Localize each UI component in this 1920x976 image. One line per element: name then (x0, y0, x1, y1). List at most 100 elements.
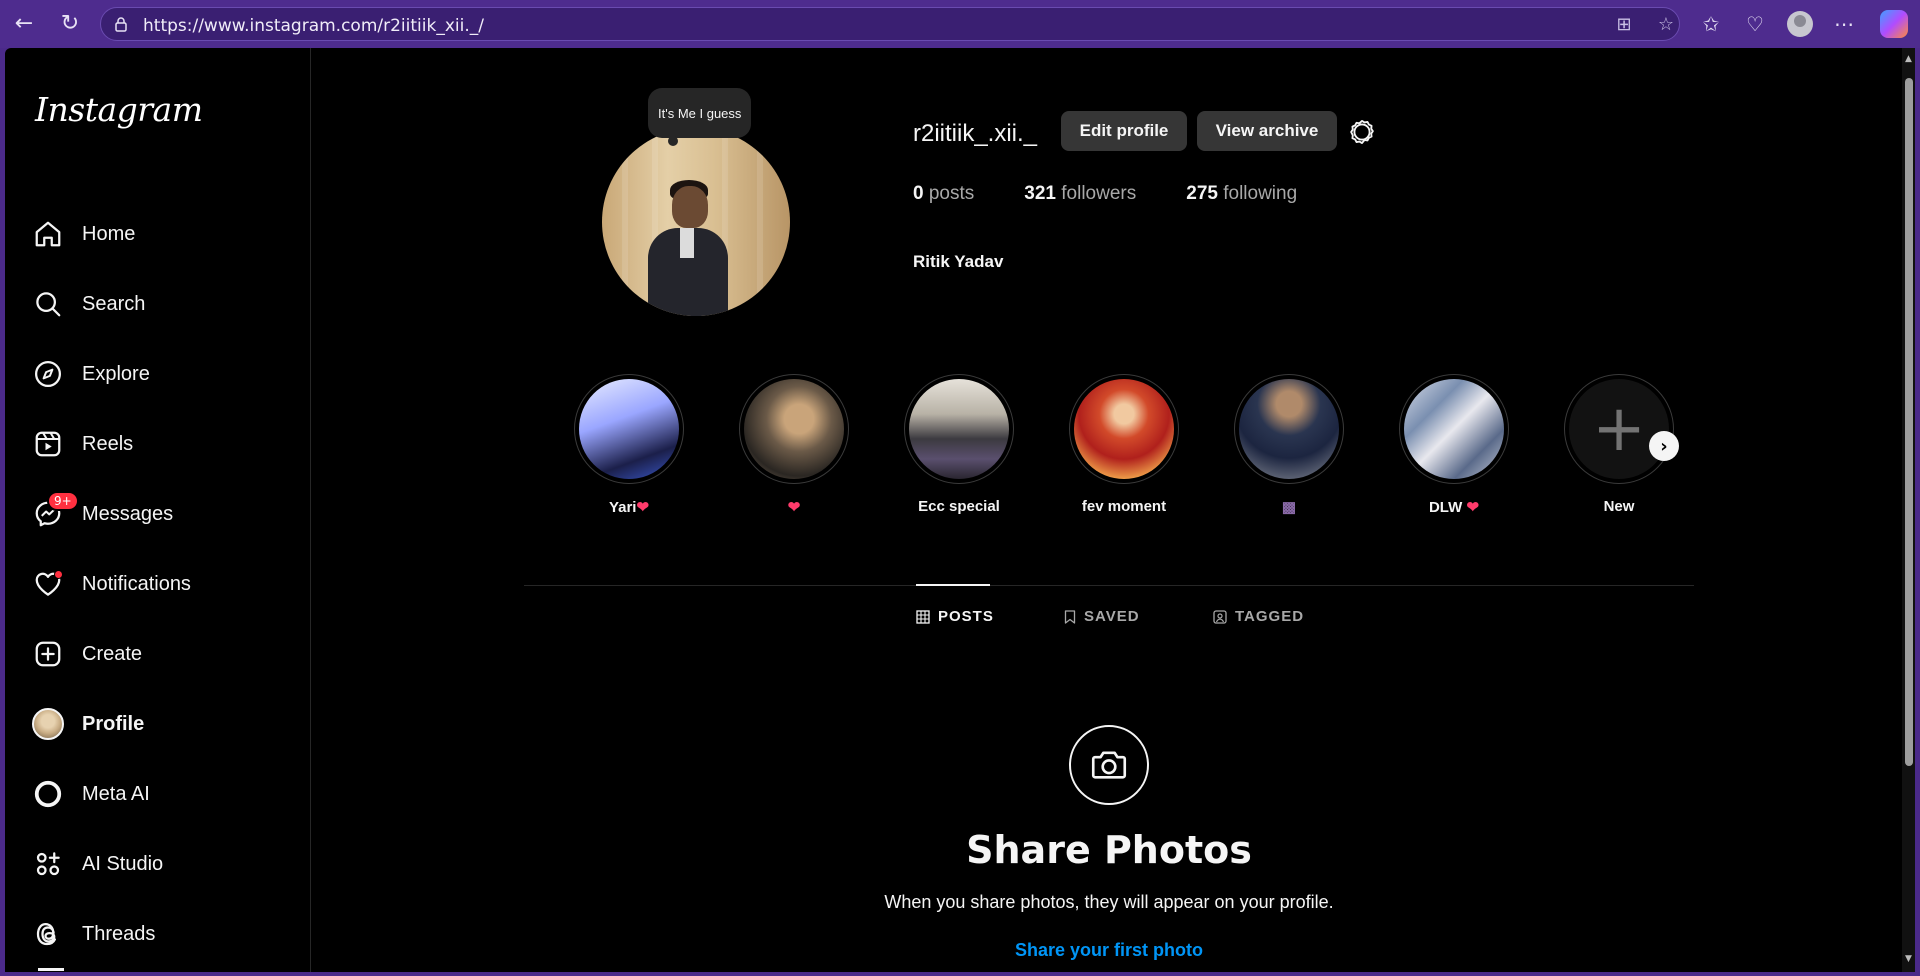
story-highlight[interactable]: Ecc special (904, 374, 1014, 515)
heart-emoji-icon: ❤ (1466, 499, 1480, 516)
followers-stat[interactable]: 321 followers (1024, 183, 1136, 205)
highlight-cover (744, 379, 844, 479)
followers-count: 321 (1024, 183, 1056, 204)
sidebar-item-label: Threads (82, 922, 156, 945)
plus-icon: + (1592, 392, 1646, 466)
tab-saved[interactable]: SAVED (1064, 608, 1140, 625)
tabs-divider (524, 585, 1694, 586)
camera-icon[interactable] (1069, 725, 1149, 805)
empty-state-title: Share Photos (966, 828, 1252, 872)
tab-posts[interactable]: POSTS (916, 608, 994, 625)
profile-stats: 0 posts 321 followers 275 following (913, 183, 1347, 205)
browser-toolbar: ← ↻ https://www.instagram.com/r2iitiik_x… (0, 0, 1920, 48)
back-arrow-icon[interactable]: ← (10, 10, 38, 38)
settings-gear-icon[interactable] (1348, 118, 1376, 146)
view-archive-button[interactable]: View archive (1197, 111, 1337, 151)
following-label: following (1223, 183, 1298, 204)
favorite-star-icon[interactable]: ☆ (1655, 14, 1677, 36)
notification-dot (54, 570, 63, 579)
sidebar-item-label: AI Studio (82, 852, 164, 875)
highlight-label: Yari (608, 499, 637, 516)
posts-label: posts (928, 183, 975, 204)
avatar (31, 707, 65, 741)
sidebar-item-meta-ai[interactable]: Meta AI (31, 770, 301, 818)
sidebar-item-threads[interactable]: Threads (31, 910, 301, 958)
sidebar-item-home[interactable]: Home (31, 210, 301, 258)
chevron-right-icon[interactable]: › (1649, 431, 1679, 461)
following-stat[interactable]: 275 following (1186, 183, 1297, 205)
posts-stat: 0 posts (913, 183, 974, 205)
heart-emoji-icon: ❤ (636, 499, 650, 516)
profile-note-text: It's Me I guess (658, 105, 742, 121)
sidebar-item-create[interactable]: Create (31, 630, 301, 678)
sidebar-item-label: Search (82, 292, 146, 315)
heart-icon (31, 567, 65, 601)
sidebar-item-label: Meta AI (82, 782, 150, 805)
sidebar-item-explore[interactable]: Explore (31, 350, 301, 398)
messenger-icon: 9+ (31, 491, 79, 531)
tab-label: POSTS (938, 608, 994, 625)
more-menu-icon[interactable] (38, 968, 64, 971)
story-highlight[interactable]: ❤ (739, 374, 849, 516)
copilot-icon[interactable] (1880, 10, 1908, 38)
highlight-label: Ecc special (918, 498, 1000, 515)
profile-avatar[interactable] (602, 128, 790, 316)
profile-avatar-small (32, 708, 64, 740)
edit-profile-button[interactable]: Edit profile (1061, 111, 1187, 151)
sidebar-item-ai-studio[interactable]: AI Studio (31, 840, 301, 888)
sidebar-item-label: Notifications (82, 572, 191, 595)
story-highlight[interactable]: Yari❤ (574, 374, 684, 516)
tag-user-icon (1213, 609, 1227, 624)
highlight-label: ▩ (1281, 499, 1297, 516)
following-count: 275 (1186, 183, 1218, 204)
browser-profile-icon[interactable] (1787, 11, 1813, 37)
scroll-up-icon[interactable]: ▲ (1903, 54, 1914, 66)
followers-label: followers (1061, 183, 1137, 204)
more-options-icon[interactable]: ⋯ (1830, 10, 1858, 38)
scroll-thumb[interactable] (1905, 78, 1913, 766)
highlight-label: New (1603, 498, 1635, 515)
page-scrollbar[interactable]: ▲ ▼ (1902, 48, 1915, 972)
sidebar-item-reels[interactable]: Reels (31, 420, 301, 468)
highlight-label: DLW (1428, 499, 1467, 516)
app-available-icon[interactable]: ⊞ (1613, 14, 1635, 36)
ai-studio-icon (31, 847, 65, 881)
refresh-icon[interactable]: ↻ (56, 10, 84, 38)
home-icon (31, 217, 65, 251)
scroll-down-icon[interactable]: ▼ (1903, 954, 1914, 966)
browser-essentials-icon[interactable]: ♡ (1741, 10, 1769, 38)
profile-username: r2iitiik_.xii._ (913, 120, 1038, 147)
sidebar-item-label: Explore (82, 362, 150, 385)
sidebar-item-label: Messages (82, 502, 174, 525)
story-highlight[interactable]: ▩ (1234, 374, 1344, 516)
highlight-cover (1074, 379, 1174, 479)
meta-ai-ring-icon (31, 777, 65, 811)
story-highlight[interactable]: DLW ❤ (1399, 374, 1509, 516)
address-bar[interactable]: https://www.instagram.com/r2iitiik_xii._… (100, 7, 1680, 41)
empty-state-subtitle: When you share photos, they will appear … (884, 892, 1334, 912)
sidebar-item-label: Profile (82, 712, 145, 735)
sidebar-item-label: Reels (82, 432, 134, 455)
compass-icon (31, 357, 65, 391)
tab-tagged[interactable]: TAGGED (1213, 608, 1304, 625)
story-highlight[interactable]: fev moment (1069, 374, 1179, 515)
posts-count: 0 (913, 183, 924, 204)
sidebar: Instagram Home Search Explore Reels 9+ M… (5, 48, 311, 972)
sidebar-item-search[interactable]: Search (31, 280, 301, 328)
instagram-logo[interactable]: Instagram (35, 90, 203, 129)
share-first-photo-link[interactable]: Share your first photo (912, 940, 1306, 961)
sidebar-item-notifications[interactable]: Notifications (31, 560, 301, 608)
highlight-label: fev moment (1081, 498, 1167, 515)
heart-emoji-icon: ❤ (787, 499, 801, 516)
sidebar-item-messages[interactable]: 9+ Messages (31, 490, 301, 538)
grid-icon (916, 609, 930, 624)
lock-icon[interactable] (113, 16, 129, 32)
unread-badge: 9+ (47, 491, 79, 511)
highlight-cover (1239, 379, 1339, 479)
profile-full-name: Ritik Yadav (913, 252, 1004, 271)
sidebar-item-profile[interactable]: Profile (31, 700, 301, 748)
favorites-icon[interactable]: ✩ (1697, 10, 1725, 38)
highlight-cover (909, 379, 1009, 479)
url-text[interactable]: https://www.instagram.com/r2iitiik_xii._… (143, 16, 484, 36)
profile-note-bubble[interactable]: It's Me I guess (648, 88, 752, 146)
